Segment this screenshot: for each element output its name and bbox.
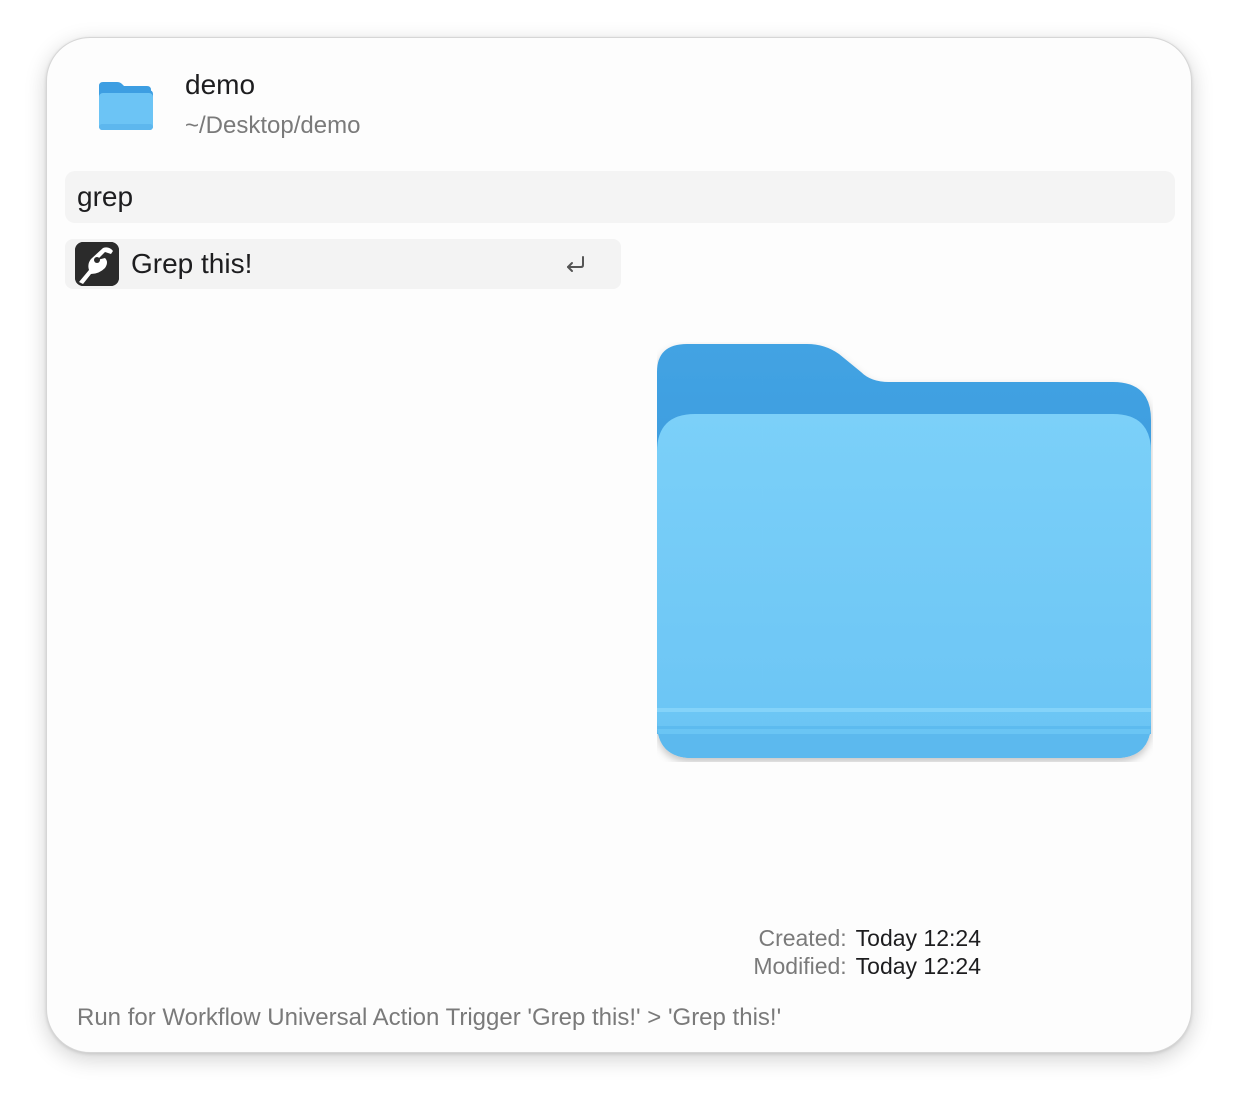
modified-row: Modified: Today 12:24 <box>647 952 981 980</box>
search-input[interactable] <box>77 181 1175 213</box>
result-label: Grep this! <box>131 248 253 279</box>
item-path: ~/Desktop/demo <box>185 112 361 139</box>
created-row: Created: Today 12:24 <box>647 924 981 952</box>
modified-value: Today 12:24 <box>855 953 981 979</box>
search-bar[interactable] <box>65 171 1175 223</box>
folder-icon <box>99 82 153 130</box>
action-description: Run for Workflow Universal Action Trigge… <box>77 1004 782 1031</box>
result-item-grep-this[interactable]: Grep this! <box>65 239 621 289</box>
universal-action-panel: demo ~/Desktop/demo Grep this! <box>46 37 1192 1053</box>
metadata-block: Created: Today 12:24 Modified: Today 12:… <box>647 924 981 980</box>
preview-folder-icon <box>657 344 1151 758</box>
created-label: Created: <box>758 925 847 951</box>
workflow-action-icon <box>75 242 119 286</box>
return-icon <box>567 256 584 272</box>
modified-label: Modified: <box>753 953 847 979</box>
item-title: demo <box>185 69 256 100</box>
created-value: Today 12:24 <box>855 925 981 951</box>
